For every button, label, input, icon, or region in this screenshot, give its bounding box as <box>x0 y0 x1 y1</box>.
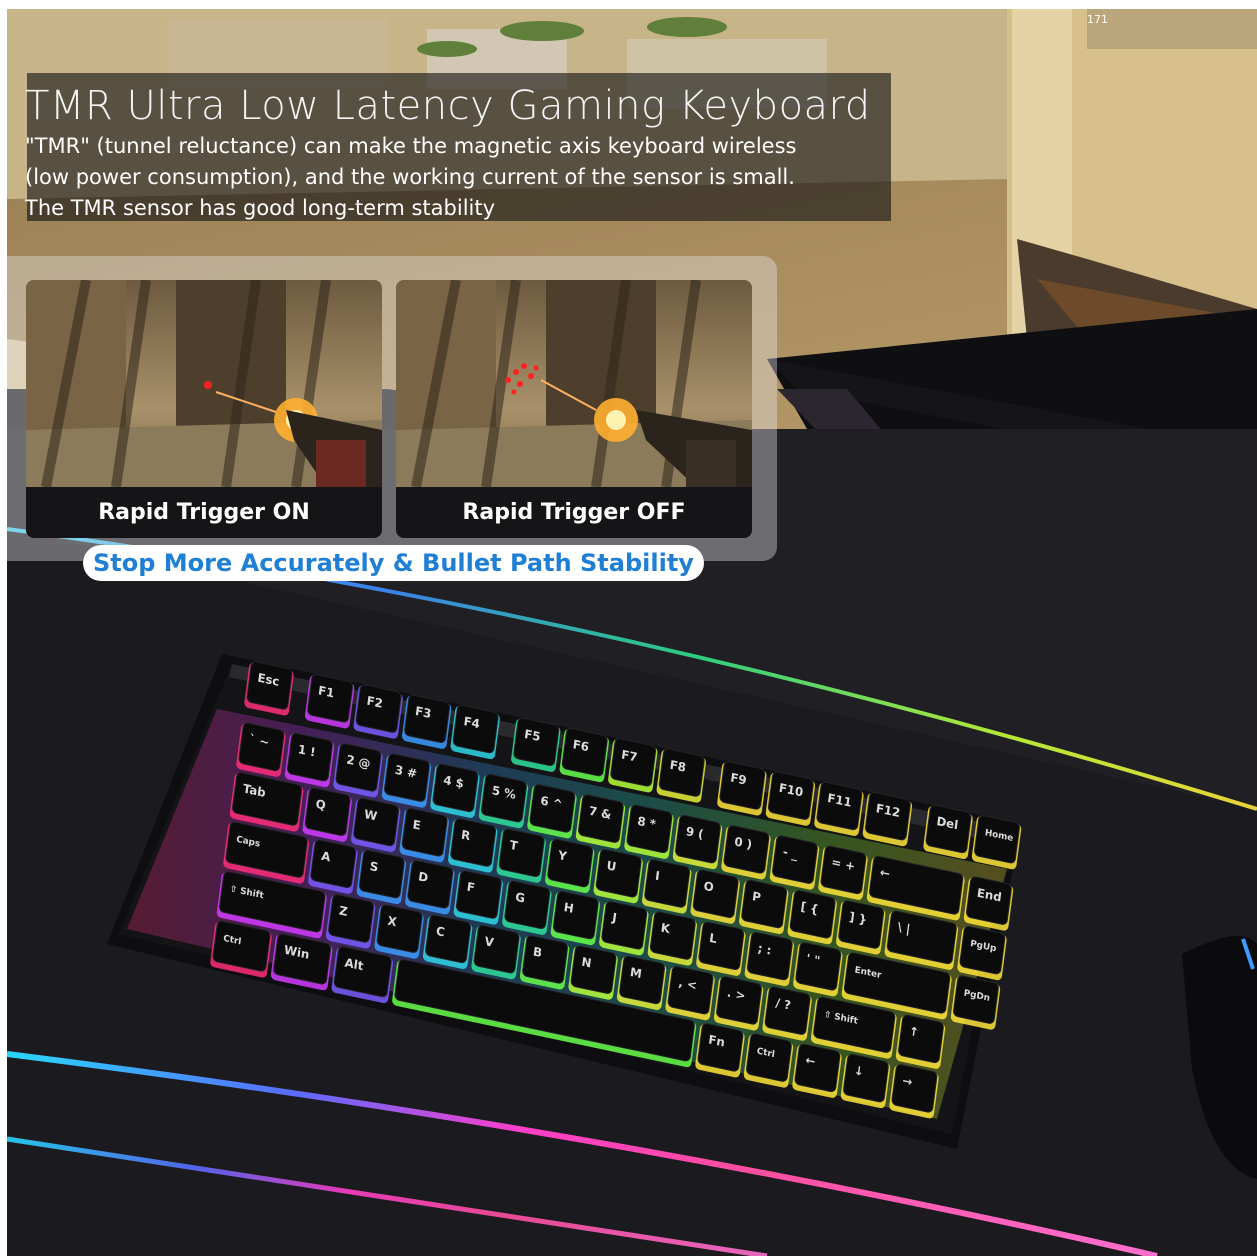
keycap <box>376 904 423 953</box>
keycap <box>522 935 568 984</box>
page-title: TMR Ultra Low Latency Gaming Keyboard <box>25 83 871 129</box>
keycap <box>595 849 642 898</box>
keycap-label: \ | <box>897 920 911 937</box>
keycap <box>310 839 357 888</box>
keycap <box>698 921 745 970</box>
keycap <box>358 849 405 899</box>
keycap-label: ; : <box>757 941 772 958</box>
keycap <box>869 855 964 915</box>
keycap-label: U <box>606 858 617 874</box>
rapid-trigger-on-label: Rapid Trigger ON <box>26 487 382 538</box>
keycap <box>498 828 545 877</box>
product-image: 27 90 171 EscF1F2F3F4F5F6F7F8F9F10F11F12… <box>7 9 1257 1256</box>
keycap <box>692 869 739 918</box>
keycap-label: ← <box>805 1053 817 1069</box>
description-line: The TMR sensor has good long-term stabil… <box>25 196 496 220</box>
keycap-label: O <box>703 879 715 895</box>
keycap <box>425 914 471 964</box>
keycap-label: B <box>532 944 543 960</box>
keycap <box>741 879 788 929</box>
keycap-label: S <box>369 859 379 875</box>
keycap-label: G <box>515 890 526 906</box>
keycap-label: R <box>460 827 471 843</box>
keycap-label: D <box>418 869 430 885</box>
keycap <box>304 787 351 836</box>
description: "TMR" (tunnel reluctance) can make the m… <box>25 131 905 224</box>
keycap-label: Q <box>315 797 327 813</box>
rapid-trigger-on-image: Rapid Trigger ON <box>26 280 382 538</box>
keycap <box>450 818 497 867</box>
keycap-label: ← <box>879 865 891 881</box>
keycap <box>455 870 502 919</box>
keycap <box>504 880 551 929</box>
keycap-label: M <box>629 965 642 981</box>
tagline-badge: Stop More Accurately & Bullet Path Stabi… <box>83 545 704 581</box>
keycap-label: ↑ <box>908 1024 920 1040</box>
keycap <box>843 1053 889 1103</box>
rapid-trigger-off-label: Rapid Trigger OFF <box>396 487 752 538</box>
keycap <box>601 901 648 950</box>
keycap <box>552 890 599 940</box>
keycap <box>407 860 454 909</box>
keycap-label: W <box>363 807 378 824</box>
keycap <box>619 955 665 1005</box>
keycap-label: C <box>435 924 445 940</box>
keycap <box>644 859 691 908</box>
rapid-trigger-off-image: Rapid Trigger OFF <box>396 280 752 538</box>
keycap <box>891 1064 938 1113</box>
keycap-label: N <box>581 955 593 971</box>
keycap-label: H <box>563 900 575 916</box>
keycap-label: X <box>387 914 398 930</box>
keycap <box>570 945 617 994</box>
keycap <box>473 924 520 974</box>
keycap <box>649 911 696 960</box>
description-line: "TMR" (tunnel reluctance) can make the m… <box>25 134 797 158</box>
description-line: (low power consumption), and the working… <box>25 165 795 189</box>
keycap-label: ↓ <box>853 1063 865 1079</box>
keycap <box>328 894 374 943</box>
keycap-label: → <box>902 1073 914 1089</box>
keycap <box>898 1014 944 1064</box>
keycap <box>547 838 594 888</box>
keycap <box>401 808 448 857</box>
keycap-label: ' " <box>806 951 821 968</box>
keycap <box>794 1043 841 1093</box>
